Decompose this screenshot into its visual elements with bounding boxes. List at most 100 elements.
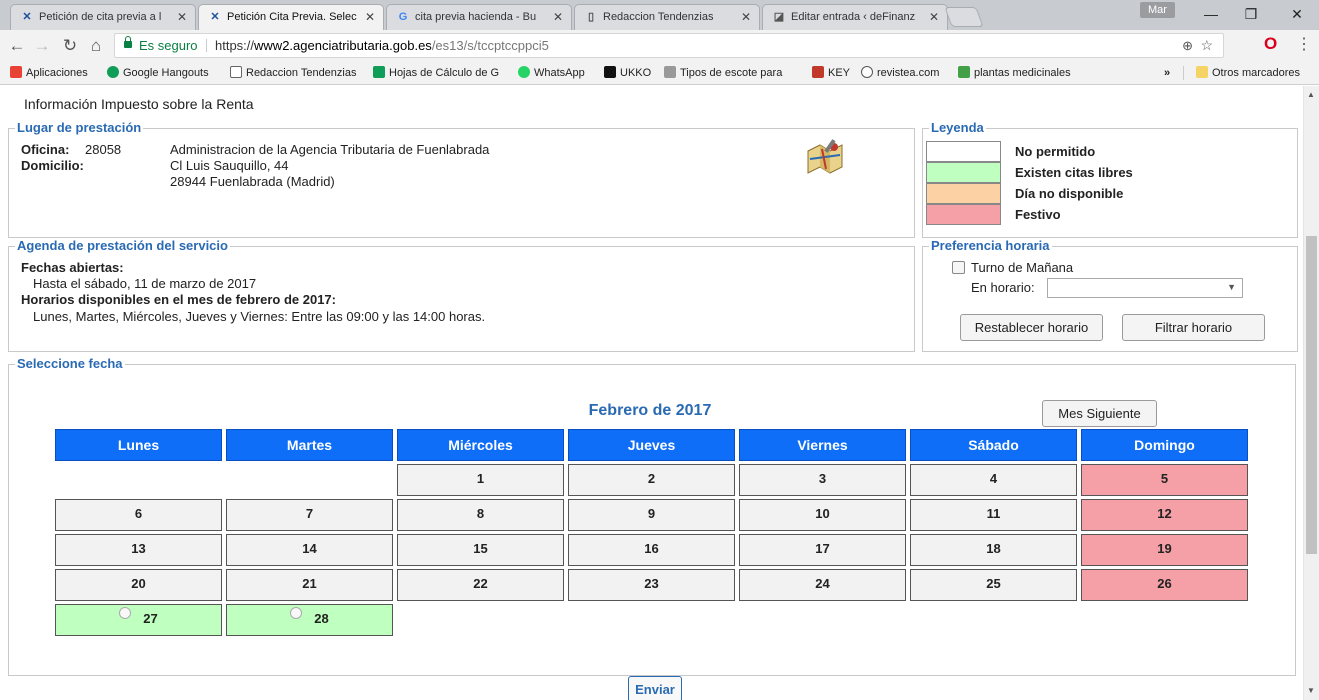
address-line1: Cl Luis Sauquillo, 44 xyxy=(170,158,289,173)
tab-cita-previa-2[interactable]: ✕ Petición Cita Previa. Selec ✕ xyxy=(198,4,384,30)
more-bookmarks-button[interactable]: » xyxy=(1164,65,1170,81)
lock-icon xyxy=(124,36,132,48)
bookmark-escote[interactable]: Tipos de escote para xyxy=(664,65,782,81)
day-number: 22 xyxy=(473,576,488,591)
day-number: 5 xyxy=(1160,471,1169,486)
restablecer-horario-button[interactable]: Restablecer horario xyxy=(960,314,1103,341)
map-icon[interactable] xyxy=(804,137,846,177)
close-icon[interactable]: ✕ xyxy=(177,5,187,29)
opera-extension-icon[interactable]: O xyxy=(1264,34,1277,54)
zoom-icon[interactable]: ⊕ xyxy=(1182,34,1193,57)
leyenda-label: Festivo xyxy=(1015,207,1061,222)
turno-manana-label: Turno de Mañana xyxy=(971,260,1074,275)
turno-manana-checkbox[interactable] xyxy=(952,261,965,274)
tab-title: Petición de cita previa a l xyxy=(39,11,162,23)
tab-title: Editar entrada ‹ deFinanz xyxy=(791,11,916,23)
close-icon[interactable]: ✕ xyxy=(929,5,939,29)
sheets-icon xyxy=(373,66,385,78)
google-icon: G xyxy=(398,11,408,23)
close-window-icon[interactable]: ✕ xyxy=(1282,4,1312,24)
day-radio-button[interactable] xyxy=(119,607,132,619)
bookmark-key[interactable]: KEY xyxy=(812,65,850,81)
page-scrollbar[interactable]: ▲ ▼ xyxy=(1303,86,1319,700)
day-number: 19 xyxy=(1157,541,1172,556)
scroll-down-icon[interactable]: ▼ xyxy=(1307,686,1315,695)
calendar-day-24: 24 xyxy=(739,569,906,601)
calendar-day-23: 23 xyxy=(568,569,735,601)
bookmark-label: UKKO xyxy=(620,67,652,79)
calendar-day-11: 11 xyxy=(910,499,1077,531)
other-bookmarks-folder[interactable]: Otros marcadores xyxy=(1196,65,1300,81)
hangouts-icon xyxy=(107,66,119,78)
document-icon: ▯ xyxy=(587,11,595,23)
calendar-day-20: 20 xyxy=(55,569,222,601)
weekday-header-jueves: Jueves xyxy=(568,429,735,461)
lugar-fieldset: Lugar de prestación Oficina: 28058 Admin… xyxy=(8,120,915,238)
bookmark-plantas[interactable]: plantas medicinales xyxy=(958,65,1071,81)
preferencia-legend: Preferencia horaria xyxy=(929,238,1052,253)
lugar-legend: Lugar de prestación xyxy=(15,120,144,135)
bookmark-label: Otros marcadores xyxy=(1212,67,1301,79)
bookmark-sheets[interactable]: Hojas de Cálculo de G xyxy=(373,65,499,81)
document-icon xyxy=(230,66,242,78)
mes-siguiente-button[interactable]: Mes Siguiente xyxy=(1042,400,1157,427)
bookmark-whatsapp[interactable]: WhatsApp xyxy=(518,65,585,81)
calendar-day-25: 25 xyxy=(910,569,1077,601)
tab-google-search[interactable]: G cita previa hacienda - Bu ✕ xyxy=(386,4,572,30)
secure-label: Es seguro xyxy=(139,38,198,53)
close-icon[interactable]: ✕ xyxy=(365,5,375,29)
tab-definanzas[interactable]: ◪ Editar entrada ‹ deFinanz ✕ xyxy=(762,4,948,30)
bookmark-label: Tipos de escote para xyxy=(680,67,783,79)
folder-icon xyxy=(1196,66,1208,78)
leyenda-fieldset: Leyenda No permitido Existen citas libre… xyxy=(922,120,1298,238)
apps-grid-icon xyxy=(10,66,22,78)
calendar-day-16: 16 xyxy=(568,534,735,566)
close-icon[interactable]: ✕ xyxy=(553,5,563,29)
horario-select[interactable]: ▼ xyxy=(1047,278,1243,298)
calendar-day-4: 4 xyxy=(910,464,1077,496)
address-bar[interactable]: Es seguro https://www2.agenciatributaria… xyxy=(114,33,1224,58)
weekday-header-lunes: Lunes xyxy=(55,429,222,461)
bookmark-revistea[interactable]: revistea.com xyxy=(861,65,939,81)
calendar-day-28[interactable]: 28 xyxy=(226,604,393,636)
calendar-day-5: 5 xyxy=(1081,464,1248,496)
tab-redaccion[interactable]: ▯ Redaccion Tendenzias ✕ xyxy=(574,4,760,30)
bookmark-label: Redaccion Tendenzias xyxy=(246,67,357,79)
new-tab-button[interactable] xyxy=(944,7,984,27)
oficina-label: Oficina: xyxy=(21,142,70,157)
reload-icon[interactable]: ↻ xyxy=(59,35,81,57)
scroll-up-icon[interactable]: ▲ xyxy=(1307,90,1315,99)
calendar-day-27[interactable]: 27 xyxy=(55,604,222,636)
profile-chip[interactable]: Mar xyxy=(1140,2,1175,18)
horarios-value: Lunes, Martes, Miércoles, Jueves y Viern… xyxy=(33,309,486,324)
agenda-legend: Agenda de prestación del servicio xyxy=(15,238,230,253)
tramite-title: Información Impuesto sobre la Renta xyxy=(24,96,254,112)
minimize-icon[interactable]: — xyxy=(1196,4,1226,24)
agenda-fieldset: Agenda de prestación del servicio Fechas… xyxy=(8,238,915,352)
restore-icon[interactable]: ❐ xyxy=(1236,4,1266,24)
home-icon[interactable]: ⌂ xyxy=(85,35,107,57)
bookmark-apps[interactable]: Aplicaciones xyxy=(10,65,88,81)
day-number: 21 xyxy=(302,576,317,591)
divider xyxy=(1183,66,1184,80)
forward-icon[interactable]: → xyxy=(31,35,53,57)
wordpress-icon: ◪ xyxy=(773,11,785,23)
bookmark-hangouts[interactable]: Google Hangouts xyxy=(107,65,209,81)
aeat-icon: ✕ xyxy=(22,11,32,23)
filtrar-horario-button[interactable]: Filtrar horario xyxy=(1122,314,1265,341)
bookmark-label: Google Hangouts xyxy=(123,67,209,79)
close-icon[interactable]: ✕ xyxy=(741,5,751,29)
menu-icon[interactable]: ⋮ xyxy=(1296,34,1312,54)
scroll-thumb[interactable] xyxy=(1306,236,1317,554)
tab-cita-previa-1[interactable]: ✕ Petición de cita previa a l ✕ xyxy=(10,4,196,30)
preferencia-fieldset: Preferencia horaria Turno de Mañana En h… xyxy=(922,238,1298,352)
bookmark-star-icon[interactable]: ☆ xyxy=(1200,34,1213,57)
bookmark-redaccion[interactable]: Redaccion Tendenzias xyxy=(230,65,356,81)
back-icon[interactable]: ← xyxy=(6,35,28,57)
enviar-button[interactable]: Enviar xyxy=(628,676,682,700)
day-number: 15 xyxy=(473,541,488,556)
page-viewport: Información Impuesto sobre la Renta Luga… xyxy=(0,86,1303,700)
day-radio-button[interactable] xyxy=(290,607,303,619)
day-number: 20 xyxy=(131,576,146,591)
bookmark-ukko[interactable]: UKKO xyxy=(604,65,651,81)
